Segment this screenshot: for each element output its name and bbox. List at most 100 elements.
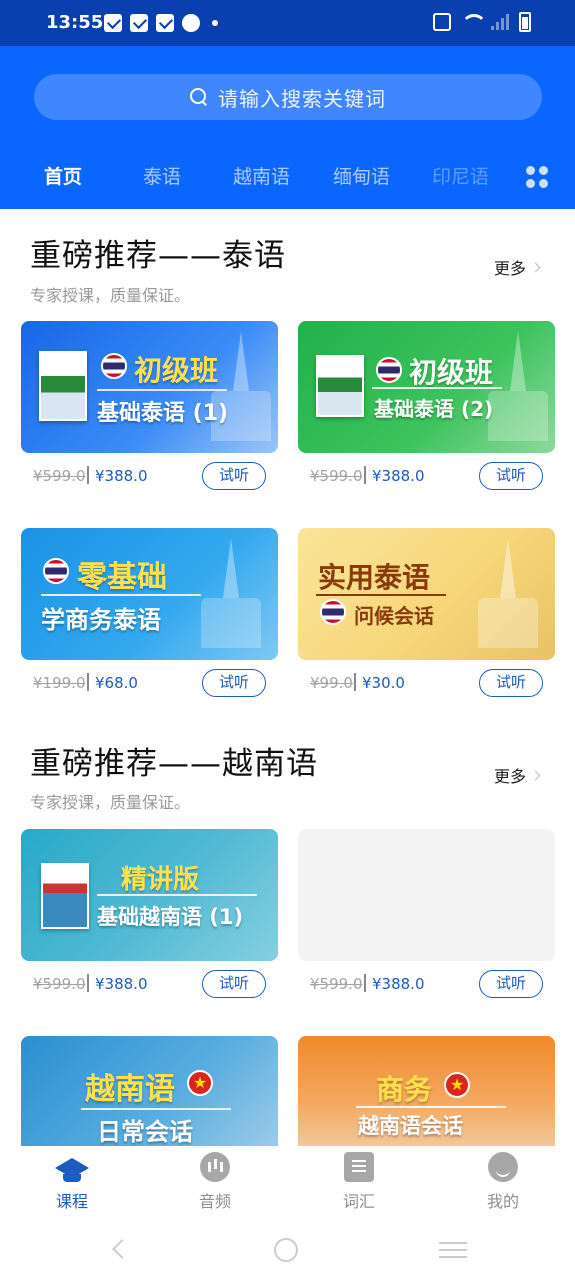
trial-listen-button[interactable]: 试听 — [202, 970, 266, 998]
price-row: ¥599.0 ¥388.0 试听 — [21, 462, 278, 492]
bottom-navigation: 课程 音频 词汇 我的 — [0, 1146, 575, 1218]
nav-audio[interactable]: 音频 — [170, 1152, 260, 1212]
sale-price: ¥388.0 — [95, 975, 148, 993]
course-name: 基础越南语 (1) — [97, 905, 244, 929]
audio-icon — [200, 1152, 230, 1182]
course-card[interactable]: 越南语 ★ 日常会话 — [21, 1036, 278, 1146]
price-separator — [87, 673, 89, 691]
recent-apps-icon[interactable] — [439, 1242, 467, 1244]
course-card[interactable]: 初级班 基础泰语 (1) — [21, 321, 278, 453]
search-input[interactable]: 请输入搜索关键词 — [34, 74, 542, 120]
all-categories-icon[interactable] — [526, 166, 548, 188]
trial-listen-button[interactable]: 试听 — [202, 462, 266, 490]
course-name: 基础泰语 (1) — [97, 401, 229, 426]
price-row: ¥599.0 ¥388.0 试听 — [298, 970, 555, 1000]
message-icon — [156, 14, 174, 32]
course-card-placeholder[interactable] — [298, 829, 555, 961]
divider — [97, 389, 227, 391]
language-tabs: 首页 泰语 越南语 缅甸语 印尼语 — [0, 162, 575, 192]
nav-profile[interactable]: 我的 — [458, 1152, 548, 1212]
sale-price: ¥30.0 — [362, 674, 405, 692]
wifi-icon — [461, 14, 487, 30]
nav-vocabulary[interactable]: 词汇 — [314, 1152, 404, 1212]
course-badge: 零基础 — [77, 560, 167, 595]
course-badge: 初级班 — [409, 356, 494, 389]
sale-price: ¥388.0 — [372, 975, 425, 993]
course-card[interactable]: 零基础 学商务泰语 — [21, 528, 278, 660]
book-cover-image — [316, 355, 364, 417]
course-name: 日常会话 — [97, 1118, 193, 1146]
course-badge: 商务 — [376, 1073, 433, 1106]
vietnam-flag-icon: ★ — [187, 1070, 213, 1096]
more-label: 更多 — [494, 259, 527, 278]
more-vietnamese-button[interactable]: 更多 — [494, 763, 541, 787]
book-cover-image — [41, 863, 89, 929]
trial-listen-button[interactable]: 试听 — [202, 669, 266, 697]
message-icon — [104, 14, 122, 32]
section-subtitle-vietnamese: 专家授课，质量保证。 — [30, 793, 191, 812]
more-thai-button[interactable]: 更多 — [494, 255, 541, 279]
profile-icon — [488, 1152, 518, 1182]
original-price: ¥599.0 — [33, 467, 86, 485]
chevron-right-icon — [530, 770, 541, 780]
price-row: ¥99.0 ¥30.0 试听 — [298, 669, 555, 699]
speed-icon — [182, 14, 200, 32]
section-title-thai: 重磅推荐——泰语 — [30, 238, 286, 274]
course-name: 学商务泰语 — [41, 606, 161, 634]
course-card[interactable]: 精讲版 基础越南语 (1) — [21, 829, 278, 961]
course-name: 越南语会话 — [358, 1114, 463, 1138]
trial-listen-button[interactable]: 试听 — [479, 669, 543, 697]
section-title-vietnamese: 重磅推荐——越南语 — [30, 746, 318, 782]
header: 请输入搜索关键词 首页 泰语 越南语 缅甸语 印尼语 — [0, 46, 575, 209]
trial-listen-button[interactable]: 试听 — [479, 970, 543, 998]
status-time: 13:55 — [46, 12, 104, 33]
notification-icons — [104, 14, 218, 32]
price-row: ¥599.0 ¥388.0 试听 — [21, 970, 278, 1000]
tab-burmese[interactable]: 缅甸语 — [333, 162, 390, 189]
course-name: 问候会话 — [354, 604, 434, 628]
tab-indonesian[interactable]: 印尼语 — [432, 162, 489, 189]
vocabulary-icon — [344, 1152, 374, 1182]
sale-price: ¥68.0 — [95, 674, 138, 692]
original-price: ¥99.0 — [310, 674, 353, 692]
status-bar: 13:55 — [0, 0, 575, 46]
price-separator — [354, 673, 356, 691]
divider — [97, 894, 257, 896]
thai-flag-icon — [376, 357, 402, 383]
divider — [41, 594, 201, 596]
tab-thai[interactable]: 泰语 — [143, 162, 181, 189]
trial-listen-button[interactable]: 试听 — [479, 462, 543, 490]
home-icon[interactable] — [274, 1238, 298, 1262]
signal-icon — [491, 14, 509, 30]
thai-flag-icon — [43, 558, 69, 584]
price-row: ¥599.0 ¥388.0 试听 — [298, 462, 555, 492]
sale-price: ¥388.0 — [372, 467, 425, 485]
thai-flag-icon — [101, 353, 127, 379]
course-name: 基础泰语 (2) — [374, 397, 494, 421]
search-icon — [190, 88, 208, 106]
original-price: ¥599.0 — [33, 975, 86, 993]
course-card[interactable]: 初级班 基础泰语 (2) — [298, 321, 555, 453]
course-badge: 精讲版 — [121, 865, 200, 895]
price-separator — [364, 974, 366, 992]
tab-home[interactable]: 首页 — [44, 162, 82, 189]
course-card[interactable]: 实用泰语 问候会话 — [298, 528, 555, 660]
course-badge: 初级班 — [134, 354, 219, 387]
divider — [316, 594, 446, 596]
price-separator — [87, 466, 89, 484]
vibrate-icon — [433, 13, 451, 31]
sale-price: ¥388.0 — [95, 467, 148, 485]
divider — [372, 387, 502, 389]
back-icon[interactable] — [112, 1239, 132, 1259]
course-card[interactable]: 商务 ★ 越南语会话 — [298, 1036, 555, 1146]
tab-vietnamese[interactable]: 越南语 — [233, 162, 290, 189]
original-price: ¥599.0 — [310, 467, 363, 485]
divider — [81, 1108, 231, 1110]
book-cover-image — [39, 351, 87, 421]
temple-image — [478, 538, 538, 648]
search-placeholder: 请输入搜索关键词 — [218, 86, 386, 111]
nav-courses[interactable]: 课程 — [27, 1152, 117, 1212]
vietnam-flag-icon: ★ — [444, 1072, 470, 1098]
original-price: ¥199.0 — [33, 674, 86, 692]
nav-label: 音频 — [198, 1192, 231, 1211]
